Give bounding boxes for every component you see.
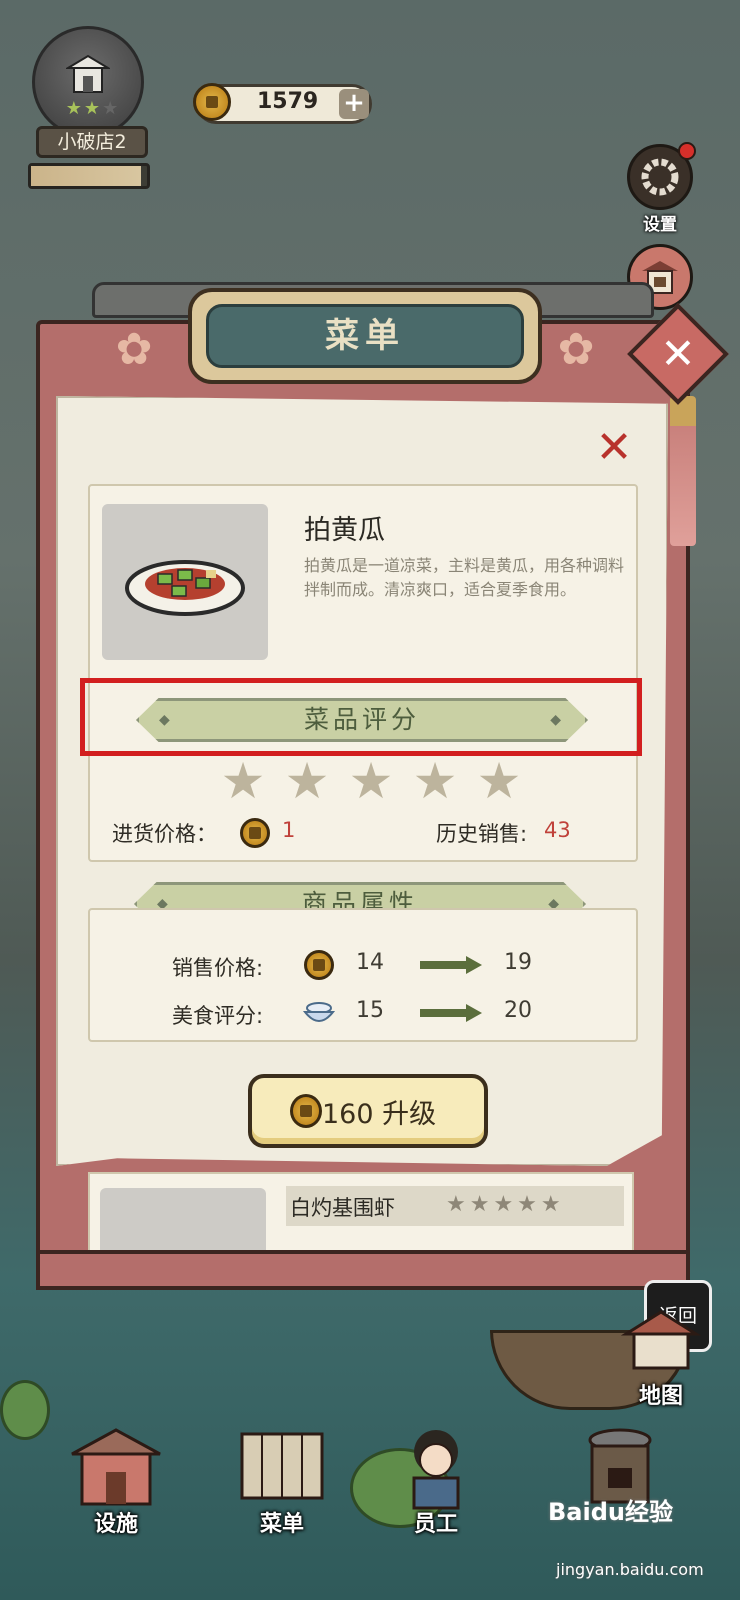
dish-list-item[interactable]: 白灼基围虾 ★★★★★	[88, 1172, 634, 1256]
map-icon	[620, 1310, 702, 1370]
nav-facilities[interactable]: 设施	[66, 1420, 166, 1540]
sale-price-upgraded: 19	[504, 950, 532, 975]
star-icon: ★	[220, 752, 266, 810]
cucumber-dish-icon	[125, 560, 245, 616]
arrow-right-icon	[420, 1004, 482, 1022]
star-icon: ★	[412, 752, 458, 810]
star-icon: ★	[476, 752, 522, 810]
coin-amount: 1579	[257, 89, 319, 114]
sale-price-label: 销售价格:	[172, 956, 264, 980]
coin-icon	[240, 818, 270, 848]
dish-description: 拍黄瓜是一道凉菜，主料是黄瓜，用各种调料拌制而成。清凉爽口，适合夏季食用。	[304, 556, 625, 599]
highlight-box	[80, 678, 642, 756]
nav-menu[interactable]: 菜单	[232, 1420, 332, 1540]
shop-name: 小破店2	[36, 126, 148, 158]
nav-staff[interactable]: 员工	[386, 1420, 486, 1540]
sale-price-current: 14	[356, 950, 384, 975]
star-icon: ★	[284, 752, 330, 810]
star-icon: ★	[348, 752, 394, 810]
progress-fill	[31, 166, 142, 186]
flower-ornament-icon: ✿	[115, 324, 153, 375]
history-sales-label: 历史销售:	[436, 822, 528, 846]
food-rating-label: 美食评分:	[172, 1004, 264, 1028]
pavilion-icon	[71, 1428, 161, 1506]
history-sales-value: 43	[544, 818, 571, 842]
next-dish-stars: ★★★★★	[446, 1192, 565, 1217]
facilities-label: 设施	[93, 1512, 138, 1537]
close-icon: ✕	[660, 329, 696, 378]
attributes-card: 销售价格: 14 19 美食评分: 15 20	[88, 908, 638, 1042]
purchase-price-label: 进货价格：	[112, 822, 217, 846]
food-rating-current: 15	[356, 998, 384, 1023]
watermark-url: jingyan.baidu.com	[556, 1560, 704, 1579]
bowl-icon	[302, 1002, 336, 1022]
map-button[interactable]: 地图	[616, 1304, 706, 1424]
menu-book-icon	[240, 1432, 324, 1500]
dish-rating-stars: ★ ★ ★ ★ ★	[216, 756, 526, 808]
close-detail-button[interactable]: ✕	[594, 426, 634, 470]
next-dish-name: 白灼基围虾	[290, 1196, 395, 1220]
dish-name: 拍黄瓜	[304, 515, 385, 546]
shop-level-progress	[28, 163, 150, 189]
coin-balance: 1579 +	[193, 83, 372, 124]
upgrade-button[interactable]: 160 升级	[248, 1074, 488, 1148]
lily-pad	[0, 1380, 50, 1440]
add-coins-button[interactable]: +	[339, 89, 369, 119]
menu-title-plate: 菜单	[188, 288, 542, 384]
staff-avatar-icon	[412, 1430, 460, 1510]
settings-button[interactable]: 设置	[622, 142, 698, 235]
notification-dot	[678, 142, 696, 160]
coin-icon	[304, 950, 334, 980]
dish-image	[102, 504, 268, 660]
shop-stars: ★★★	[65, 98, 121, 119]
flower-ornament-icon: ✿	[557, 324, 595, 375]
menu-label: 菜单	[259, 1512, 304, 1537]
menu-title: 菜单	[206, 304, 524, 368]
purchase-price-value: 1	[282, 818, 296, 842]
coin-icon	[290, 1094, 322, 1128]
watermark-brand: Baidu经验	[548, 1498, 673, 1526]
arrow-right-icon	[420, 956, 482, 974]
food-rating-upgraded: 20	[504, 998, 532, 1023]
board-base	[36, 1250, 690, 1290]
tassel-decoration	[670, 396, 696, 546]
settings-label: 设置	[643, 215, 677, 235]
dish-thumbnail	[100, 1188, 266, 1254]
shop-badge[interactable]: ★★★ 小破店2	[28, 26, 148, 158]
upgrade-label: 160 升级	[322, 1099, 437, 1130]
map-label: 地图	[638, 1384, 683, 1409]
shop-house-icon	[66, 54, 110, 93]
staff-label: 员工	[413, 1512, 458, 1537]
coin-icon	[193, 83, 231, 121]
